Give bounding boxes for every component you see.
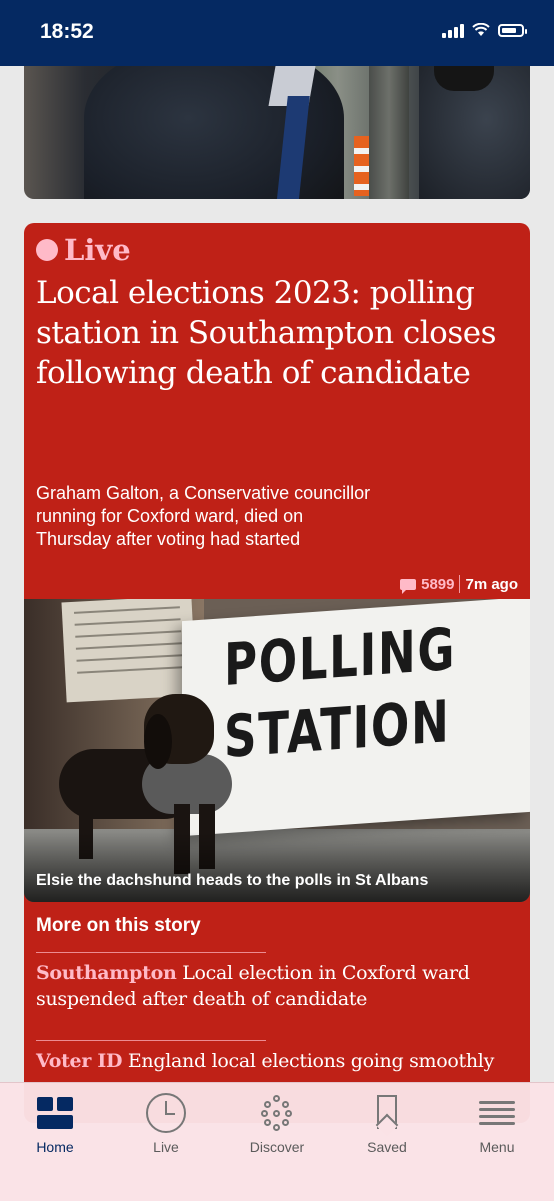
divider <box>36 1040 266 1041</box>
tab-home[interactable]: Home <box>5 1093 105 1155</box>
more-on-this-story-heading: More on this story <box>36 915 201 936</box>
tab-label: Saved <box>367 1139 407 1155</box>
live-label: Live <box>36 233 131 267</box>
story-standfirst: Graham Galton, a Conservative councillor… <box>36 483 371 549</box>
status-time: 18:52 <box>40 20 94 43</box>
tab-saved[interactable]: Saved <box>337 1093 437 1155</box>
related-story-link[interactable]: Voter ID England local elections going s… <box>36 1048 506 1074</box>
story-image[interactable]: POLLING STATION Elsie the dachshund head… <box>24 599 530 902</box>
tab-label: Menu <box>479 1139 515 1155</box>
home-icon <box>35 1093 75 1133</box>
comment-icon <box>400 578 417 594</box>
comment-count[interactable]: 5899 <box>421 576 454 593</box>
related-title: England local elections going smoothly <box>122 1050 495 1072</box>
previous-story-image[interactable] <box>24 66 530 199</box>
meta-divider <box>459 575 461 593</box>
tab-label: Discover <box>249 1139 305 1155</box>
time-ago: 7m ago <box>465 575 518 593</box>
story-headline[interactable]: Local elections 2023: polling station in… <box>36 273 516 393</box>
tab-discover[interactable]: Discover <box>227 1093 327 1155</box>
wifi-icon <box>472 23 490 36</box>
tab-live[interactable]: Live <box>116 1093 216 1155</box>
bookmark-icon <box>367 1093 407 1133</box>
image-caption: Elsie the dachshund heads to the polls i… <box>36 872 429 889</box>
status-bar: 18:52 <box>0 0 554 66</box>
tab-menu[interactable]: Menu <box>447 1093 547 1155</box>
divider <box>36 952 266 953</box>
clock-icon <box>146 1093 186 1133</box>
live-story-card[interactable]: Live Local elections 2023: polling stati… <box>24 223 530 1123</box>
related-story-link[interactable]: Southampton Local election in Coxford wa… <box>36 960 506 1012</box>
story-meta: 5899 7m ago <box>400 575 518 594</box>
live-label-text: Live <box>64 233 131 267</box>
polling-sign-text: POLLING STATION <box>224 614 457 771</box>
bottom-tab-bar: Home Live Discover Saved Menu <box>0 1082 554 1201</box>
status-icons <box>442 22 527 38</box>
battery-icon <box>498 23 527 37</box>
menu-icon <box>477 1093 517 1133</box>
related-kicker: Southampton <box>36 962 177 984</box>
related-kicker: Voter ID <box>36 1050 123 1072</box>
cellular-signal-icon <box>442 22 464 38</box>
tab-label: Live <box>153 1139 179 1155</box>
discover-icon <box>257 1093 297 1133</box>
live-dot-icon <box>36 239 58 261</box>
tab-label: Home <box>36 1139 74 1155</box>
